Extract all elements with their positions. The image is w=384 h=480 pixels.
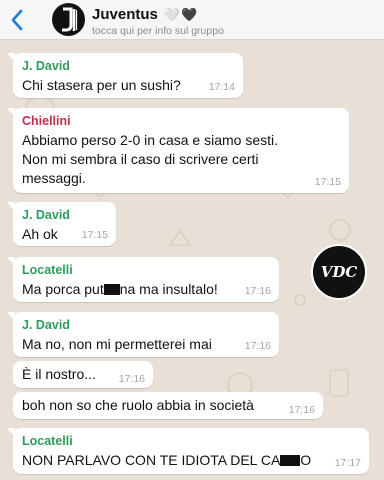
juventus-logo-icon bbox=[61, 7, 77, 31]
message-time: 17:15 bbox=[314, 176, 341, 188]
chevron-left-icon bbox=[11, 9, 23, 31]
message-sender: Locatelli bbox=[22, 434, 73, 448]
watermark-label: VDC bbox=[320, 263, 358, 281]
group-name: Juventus bbox=[92, 6, 158, 23]
group-avatar[interactable] bbox=[52, 3, 85, 36]
message-text-part: NON PARLAVO CON TE IDIOTA DEL CA bbox=[22, 452, 281, 468]
censor-bar bbox=[103, 284, 120, 295]
message-time: 17:16 bbox=[244, 340, 271, 352]
vdc-watermark-logo: VDC bbox=[311, 244, 367, 300]
back-button[interactable] bbox=[6, 6, 28, 34]
message-text: boh non so che ruolo abbia in società bbox=[22, 397, 254, 413]
message-bubble[interactable]: Locatelli Ma porca put na ma insultalo! 1… bbox=[7, 257, 279, 302]
hearts-emoji: 🤍🖤 bbox=[163, 6, 199, 22]
message-text: NON PARLAVO CON TE IDIOTA DEL CA O bbox=[22, 451, 360, 470]
message-sender: J. David bbox=[22, 59, 70, 73]
message-text: Abbiamo perso 2-0 in casa e siamo sesti.… bbox=[22, 132, 279, 186]
message-sender: Locatelli bbox=[22, 263, 73, 277]
message-bubble[interactable]: J. David Ah ok 17:15 bbox=[7, 202, 116, 246]
message-sender: Chiellini bbox=[22, 114, 71, 128]
message-text: Chi stasera per un sushi? bbox=[22, 77, 181, 93]
message-time: 17:15 bbox=[81, 229, 108, 241]
chat-header: Juventus 🤍🖤 tocca qui per info sul grupp… bbox=[0, 0, 384, 40]
message-sender: J. David bbox=[22, 208, 70, 222]
message-text: Ma no, non mi permetterei mai bbox=[22, 336, 212, 352]
message-text-part: na ma insultalo! bbox=[119, 281, 218, 297]
message-bubble[interactable]: boh non so che ruolo abbia in società 17… bbox=[13, 392, 323, 419]
message-time: 17:16 bbox=[244, 285, 271, 297]
message-time: 17:14 bbox=[208, 81, 235, 93]
message-time: 17:17 bbox=[334, 457, 361, 469]
message-bubble[interactable]: Chiellini Abbiamo perso 2-0 in casa e si… bbox=[7, 108, 349, 193]
message-time: 17:16 bbox=[288, 404, 315, 416]
message-bubble[interactable]: È il nostro... 17:16 bbox=[13, 361, 153, 388]
message-time: 17:16 bbox=[118, 373, 145, 385]
censor-bar bbox=[280, 455, 301, 466]
message-text-part: O bbox=[300, 452, 312, 468]
message-text: Ma porca put na ma insultalo! bbox=[22, 280, 270, 299]
message-text-part: Ma porca put bbox=[22, 281, 104, 297]
message-bubble[interactable]: J. David Chi stasera per un sushi? 17:14 bbox=[7, 53, 243, 98]
message-sender: J. David bbox=[22, 318, 70, 332]
group-title[interactable]: Juventus 🤍🖤 bbox=[92, 6, 198, 23]
message-bubble[interactable]: J. David Ma no, non mi permetterei mai 1… bbox=[7, 312, 279, 357]
message-bubble[interactable]: Locatelli NON PARLAVO CON TE IDIOTA DEL … bbox=[7, 428, 369, 474]
group-info-hint[interactable]: tocca qui per info sul gruppo bbox=[92, 25, 224, 37]
